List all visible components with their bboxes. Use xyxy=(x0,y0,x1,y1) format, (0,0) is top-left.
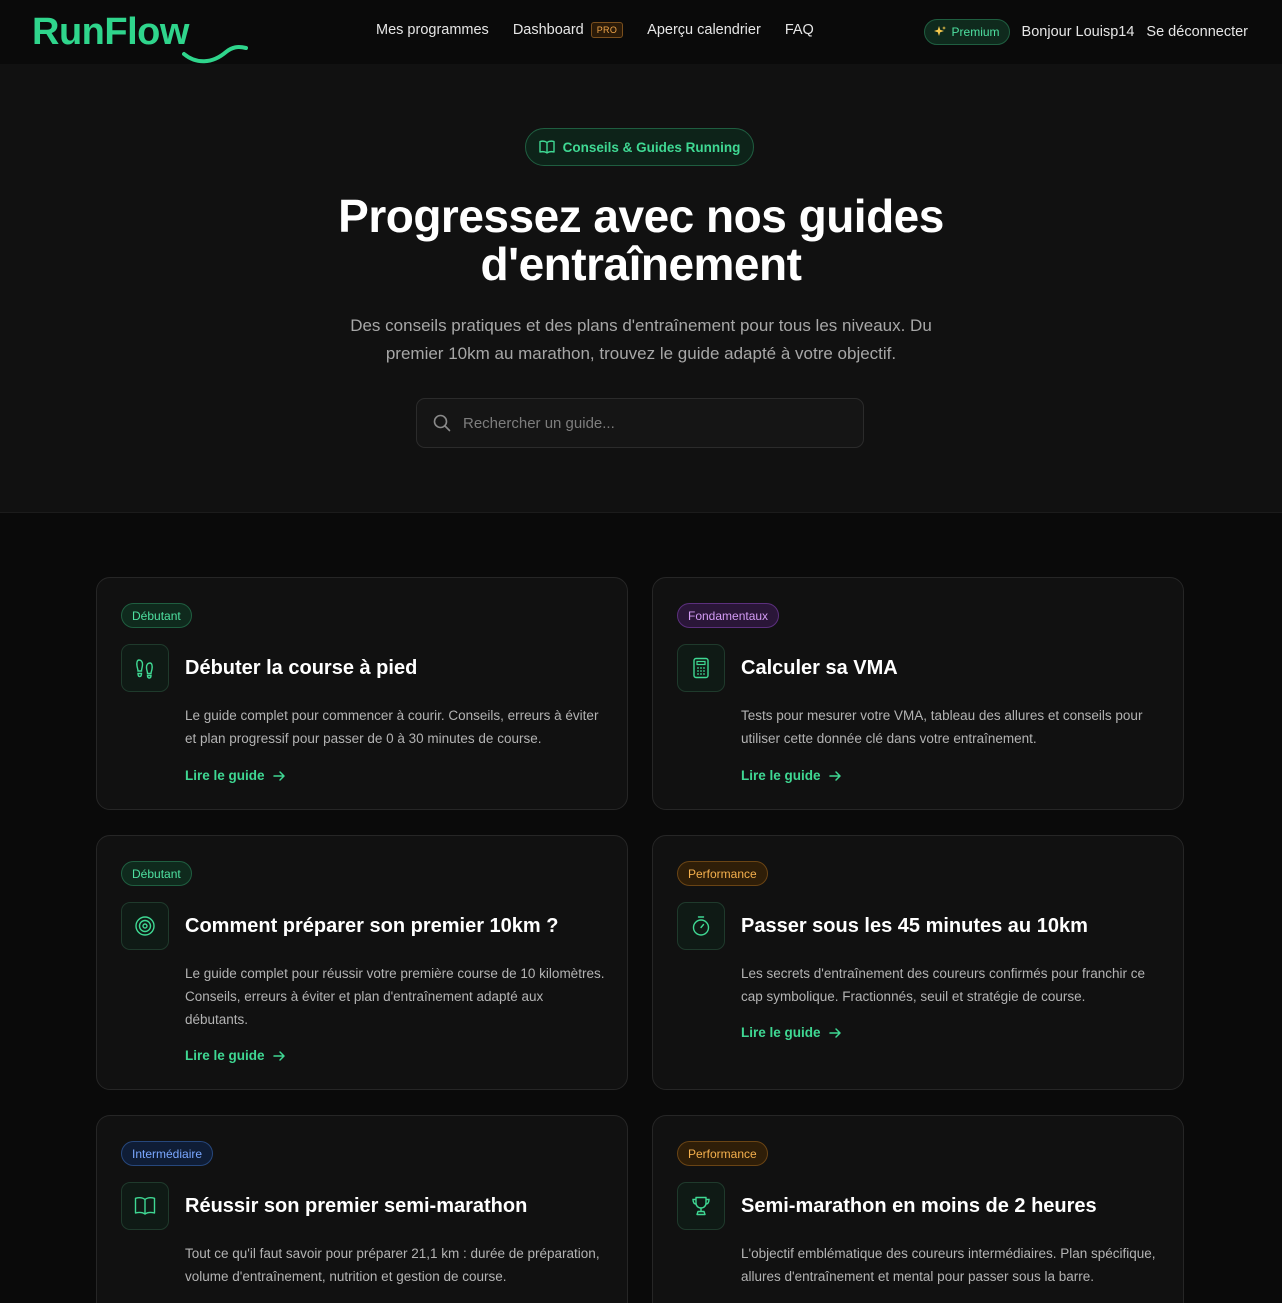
read-guide-label: Lire le guide xyxy=(741,1025,821,1040)
nav-link-programmes[interactable]: Mes programmes xyxy=(376,22,489,38)
guide-description: Tout ce qu'il faut savoir pour préparer … xyxy=(185,1246,600,1284)
page-title: Progressez avec nos guides d'entraînemen… xyxy=(0,192,1282,288)
page-title-line1: Progressez avec nos guides xyxy=(338,190,944,242)
guide-card[interactable]: Performance Passer sous les 45 minutes a… xyxy=(652,835,1184,1090)
search-icon xyxy=(433,414,451,432)
nav-link-faq[interactable]: FAQ xyxy=(785,22,814,38)
main-nav: Mes programmes Dashboard PRO Aperçu cale… xyxy=(376,22,814,38)
logout-link[interactable]: Se déconnecter xyxy=(1146,24,1248,40)
calculator-icon xyxy=(693,657,709,679)
trophy-icon xyxy=(692,1196,710,1216)
guide-card[interactable]: Débutant Comment préparer son premier 10… xyxy=(96,835,628,1090)
premium-label: Premium xyxy=(951,25,1000,39)
hero-section: Conseils & Guides Running Progressez ave… xyxy=(0,64,1282,513)
guide-icon-box xyxy=(121,644,169,692)
arrow-right-icon xyxy=(272,770,285,781)
guide-title: Comment préparer son premier 10km ? xyxy=(185,915,559,937)
guide-card[interactable]: Débutant Débuter la course à pied Le gui… xyxy=(96,577,628,810)
footprints-icon xyxy=(136,659,153,679)
nav-link-label: Mes programmes xyxy=(376,22,489,38)
guide-title: Débuter la course à pied xyxy=(185,657,418,679)
level-badge: Débutant xyxy=(121,603,192,628)
logo-swoosh-icon xyxy=(182,45,248,64)
read-guide-link[interactable]: Lire le guide xyxy=(185,1048,286,1063)
guide-icon-box xyxy=(677,902,725,950)
nav-link-label: FAQ xyxy=(784,22,814,38)
search-box[interactable] xyxy=(416,398,864,448)
search-input[interactable] xyxy=(463,414,843,432)
level-badge: Fondamentaux xyxy=(677,603,780,628)
level-badge: Performance xyxy=(677,861,768,886)
read-guide-link[interactable]: Lire le guide xyxy=(185,768,286,783)
brand-logo[interactable]: RunFlow xyxy=(32,10,248,64)
stopwatch-icon xyxy=(692,916,710,936)
open-book-icon xyxy=(538,140,555,154)
read-guide-link[interactable]: Lire le guide xyxy=(741,768,842,783)
guide-title: Passer sous les 45 minutes au 10km xyxy=(741,915,1088,937)
guide-card[interactable]: Performance Semi-marathon en moins de 2 … xyxy=(652,1115,1184,1303)
guide-icon-box xyxy=(121,902,169,950)
book-icon xyxy=(134,1197,156,1215)
nav-link-label: Aperçu calendrier xyxy=(647,22,761,38)
target-icon xyxy=(135,916,155,936)
read-guide-label: Lire le guide xyxy=(741,768,821,783)
guide-description: L'objectif emblématique des coureurs int… xyxy=(741,1246,1156,1284)
page-title-line2: d'entraînement xyxy=(480,238,802,290)
hero-chip-label: Conseils & Guides Running xyxy=(562,139,741,155)
guide-card[interactable]: Fondamentaux Calculer sa VMA Tests pour … xyxy=(652,577,1184,810)
navbar: RunFlow Mes programmes Dashboard PRO Ape… xyxy=(0,0,1282,64)
arrow-right-icon xyxy=(272,1050,285,1061)
guide-icon-box xyxy=(677,644,725,692)
level-badge: Débutant xyxy=(121,861,192,886)
guide-title: Réussir son premier semi-marathon xyxy=(185,1195,528,1217)
hero-chip: Conseils & Guides Running xyxy=(525,128,754,166)
hero-subtitle: Des conseils pratiques et des plans d'en… xyxy=(350,316,932,363)
guide-description: Les secrets d'entraînement des coureurs … xyxy=(741,966,1146,1004)
level-badge: Intermédiaire xyxy=(121,1141,214,1166)
read-guide-link[interactable]: Lire le guide xyxy=(741,1025,842,1040)
guide-title: Calculer sa VMA xyxy=(741,657,898,679)
premium-button[interactable]: Premium xyxy=(923,19,1010,45)
guide-icon-box xyxy=(121,1182,169,1230)
nav-link-label: Dashboard xyxy=(512,22,584,38)
guide-description: Le guide complet pour commencer à courir… xyxy=(185,708,599,746)
level-badge: Performance xyxy=(677,1141,768,1166)
read-guide-label: Lire le guide xyxy=(185,768,265,783)
arrow-right-icon xyxy=(828,1027,841,1038)
user-area: Premium Bonjour Louisp14 Se déconnecter xyxy=(923,19,1248,45)
brand-name: RunFlow xyxy=(32,11,189,53)
guide-description: Tests pour mesurer votre VMA, tableau de… xyxy=(741,708,1143,746)
sparkle-icon xyxy=(933,26,946,36)
guide-icon-box xyxy=(677,1182,725,1230)
guide-description: Le guide complet pour réussir votre prem… xyxy=(185,966,605,1027)
read-guide-label: Lire le guide xyxy=(185,1048,265,1063)
guide-title: Semi-marathon en moins de 2 heures xyxy=(741,1195,1097,1217)
pro-badge: PRO xyxy=(590,22,624,38)
user-greeting[interactable]: Bonjour Louisp14 xyxy=(1022,24,1135,40)
nav-link-dashboard[interactable]: Dashboard PRO xyxy=(512,22,624,38)
guide-card[interactable]: Intermédiaire Réussir son premier semi-m… xyxy=(96,1115,628,1303)
arrow-right-icon xyxy=(828,770,841,781)
nav-link-calendrier[interactable]: Aperçu calendrier xyxy=(647,22,761,38)
